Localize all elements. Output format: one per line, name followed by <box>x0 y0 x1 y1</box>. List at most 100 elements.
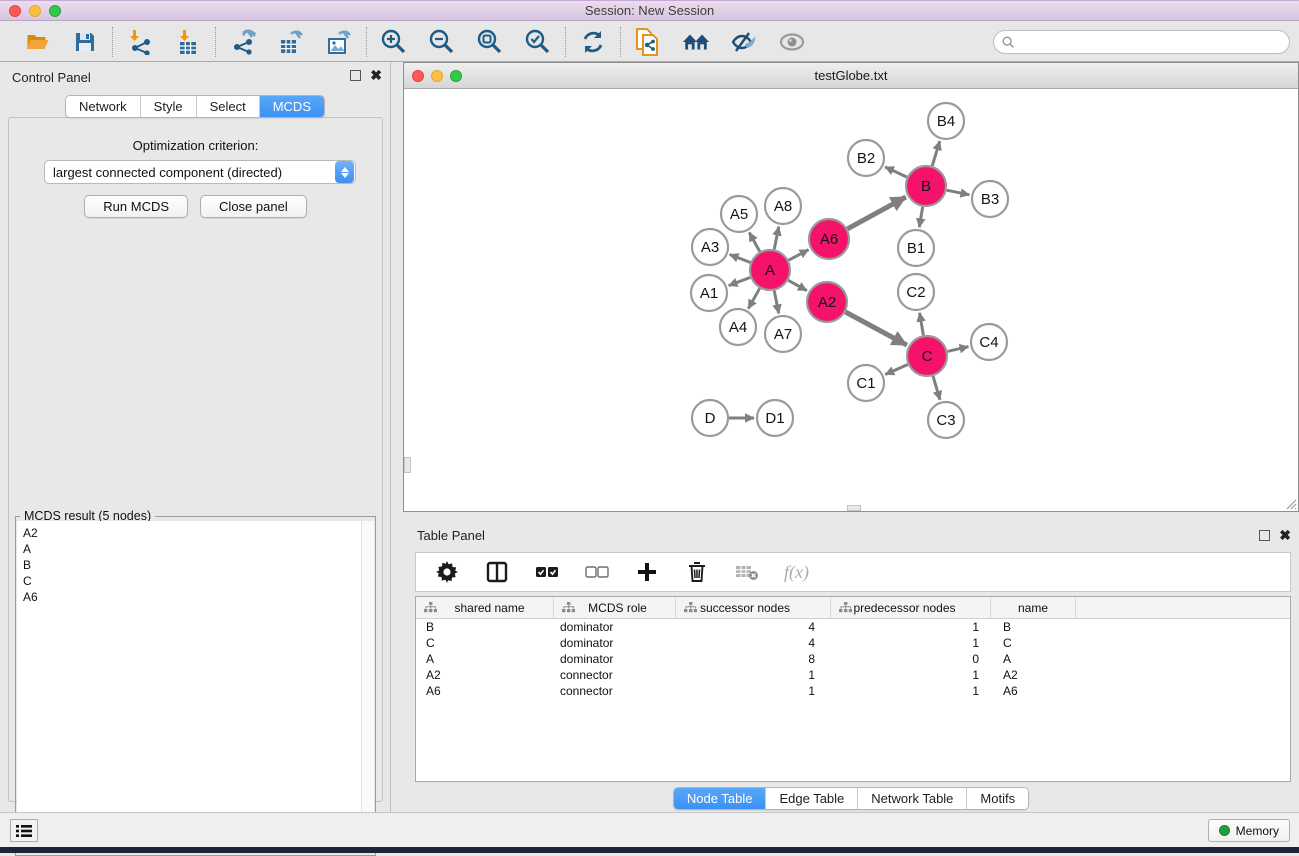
function-builder-icon[interactable]: f(x) <box>784 562 809 583</box>
task-history-button[interactable] <box>10 819 38 842</box>
table-row[interactable]: A6 connector 1 1 A6 <box>416 683 1290 699</box>
graph-node-B1[interactable]: B1 <box>898 230 934 266</box>
graph-edge-A-A1[interactable] <box>729 277 751 285</box>
select-all-columns-icon[interactable] <box>534 559 560 585</box>
export-table-icon[interactable] <box>277 28 305 56</box>
column-header-successor-nodes[interactable]: successor nodes <box>676 597 831 618</box>
network-canvas[interactable]: B4B2BB3A5A8A6A3B1AA1C2A2A4A7C4CC1C3DD1 <box>404 90 1298 511</box>
result-item[interactable]: C <box>23 573 356 589</box>
export-image-icon[interactable] <box>325 28 353 56</box>
graph-node-A2[interactable]: A2 <box>807 282 847 322</box>
graph-edge-C-C2[interactable] <box>920 313 924 336</box>
result-item[interactable]: A2 <box>23 525 356 541</box>
graph-node-A3[interactable]: A3 <box>692 229 728 265</box>
search-field[interactable] <box>993 30 1290 54</box>
result-item[interactable]: A6 <box>23 589 356 605</box>
graph-node-C4[interactable]: C4 <box>971 324 1007 360</box>
zoom-selected-icon[interactable] <box>524 28 552 56</box>
horizontal-scrollbar-thumb[interactable] <box>847 505 861 511</box>
vertical-scrollbar-thumb[interactable] <box>404 457 411 473</box>
graph-edge-A-A3[interactable] <box>730 255 751 263</box>
graph-node-B[interactable]: B <box>906 166 946 206</box>
delete-columns-icon[interactable] <box>684 559 710 585</box>
tab-style[interactable]: Style <box>140 96 196 117</box>
graph-node-C2[interactable]: C2 <box>898 274 934 310</box>
graph-edge-C-C1[interactable] <box>885 365 908 375</box>
graph-node-C1[interactable]: C1 <box>848 365 884 401</box>
graph-node-A5[interactable]: A5 <box>721 196 757 232</box>
table-settings-icon[interactable] <box>434 559 460 585</box>
resize-grip-icon[interactable] <box>1285 498 1297 510</box>
tab-edge-table[interactable]: Edge Table <box>765 788 857 809</box>
traffic-lights[interactable] <box>9 5 61 17</box>
graph-node-D1[interactable]: D1 <box>757 400 793 436</box>
graph-node-A8[interactable]: A8 <box>765 188 801 224</box>
show-hide-graphics-icon[interactable] <box>778 28 806 56</box>
run-mcds-button[interactable]: Run MCDS <box>84 195 188 218</box>
graph-node-A7[interactable]: A7 <box>765 316 801 352</box>
zoom-out-icon[interactable] <box>428 28 456 56</box>
import-network-icon[interactable] <box>126 28 154 56</box>
graph-node-A4[interactable]: A4 <box>720 309 756 345</box>
graph-node-C[interactable]: C <box>907 336 947 376</box>
close-window-icon[interactable] <box>9 5 21 17</box>
graph-edge-B-B1[interactable] <box>919 207 922 228</box>
close-table-panel-icon[interactable]: ✖ <box>1279 530 1291 541</box>
network-graph[interactable]: B4B2BB3A5A8A6A3B1AA1C2A2A4A7C4CC1C3DD1 <box>404 90 1298 511</box>
column-header-name[interactable]: name <box>991 597 1076 618</box>
node-table[interactable]: shared name MCDS role successor nodes pr… <box>415 596 1291 782</box>
graph-edge-C-C3[interactable] <box>933 376 940 400</box>
network-maximize-icon[interactable] <box>450 70 462 82</box>
float-panel-icon[interactable] <box>350 70 361 81</box>
zoom-in-icon[interactable] <box>380 28 408 56</box>
column-header-mcds-role[interactable]: MCDS role <box>554 597 676 618</box>
open-session-icon[interactable] <box>23 28 51 56</box>
graph-node-A[interactable]: A <box>750 250 790 290</box>
zoom-fit-icon[interactable] <box>476 28 504 56</box>
tab-select[interactable]: Select <box>196 96 259 117</box>
tab-node-table[interactable]: Node Table <box>674 788 766 809</box>
graph-edge-A-A8[interactable] <box>774 227 779 250</box>
maximize-window-icon[interactable] <box>49 5 61 17</box>
network-window-titlebar[interactable]: testGlobe.txt <box>404 63 1298 89</box>
style-preview-icon[interactable] <box>730 28 758 56</box>
tab-network[interactable]: Network <box>66 96 140 117</box>
graph-edge-A-A2[interactable] <box>788 280 807 290</box>
tab-network-table[interactable]: Network Table <box>857 788 966 809</box>
result-item[interactable]: A <box>23 541 356 557</box>
save-session-icon[interactable] <box>71 28 99 56</box>
graph-edge-A-A7[interactable] <box>774 291 779 314</box>
network-from-selection-icon[interactable] <box>634 28 662 56</box>
unselect-all-columns-icon[interactable] <box>584 559 610 585</box>
mcds-result-list[interactable]: A2 A B C A6 <box>17 521 362 851</box>
optimization-criterion-dropdown[interactable]: largest connected component (directed) <box>44 160 356 184</box>
table-row[interactable]: A dominator 8 0 A <box>416 651 1290 667</box>
graph-edge-A6-B[interactable] <box>847 197 905 229</box>
network-close-icon[interactable] <box>412 70 424 82</box>
graph-edge-B-B2[interactable] <box>885 167 907 177</box>
graph-node-D[interactable]: D <box>692 400 728 436</box>
close-panel-icon[interactable]: ✖ <box>370 70 382 81</box>
graph-edge-B-B3[interactable] <box>947 190 970 195</box>
network-minimize-icon[interactable] <box>431 70 443 82</box>
tab-mcds[interactable]: MCDS <box>259 96 324 117</box>
graph-node-A6[interactable]: A6 <box>809 219 849 259</box>
graph-node-B2[interactable]: B2 <box>848 140 884 176</box>
import-table-icon[interactable] <box>174 28 202 56</box>
add-column-icon[interactable] <box>634 559 660 585</box>
result-item[interactable]: B <box>23 557 356 573</box>
search-input[interactable] <box>1020 35 1281 49</box>
graph-edge-A2-C[interactable] <box>846 312 907 345</box>
graph-edge-B-B4[interactable] <box>932 141 940 166</box>
delete-table-icon[interactable] <box>734 559 760 585</box>
table-row[interactable]: B dominator 4 1 B <box>416 619 1290 635</box>
graph-edge-A-A5[interactable] <box>749 232 760 251</box>
graph-node-A1[interactable]: A1 <box>691 275 727 311</box>
browse-columns-icon[interactable] <box>484 559 510 585</box>
graph-node-B4[interactable]: B4 <box>928 103 964 139</box>
graph-edge-C-C4[interactable] <box>948 347 969 352</box>
graph-edge-A-A6[interactable] <box>789 250 809 261</box>
close-panel-button[interactable]: Close panel <box>200 195 307 218</box>
table-row[interactable]: A2 connector 1 1 A2 <box>416 667 1290 683</box>
minimize-window-icon[interactable] <box>29 5 41 17</box>
